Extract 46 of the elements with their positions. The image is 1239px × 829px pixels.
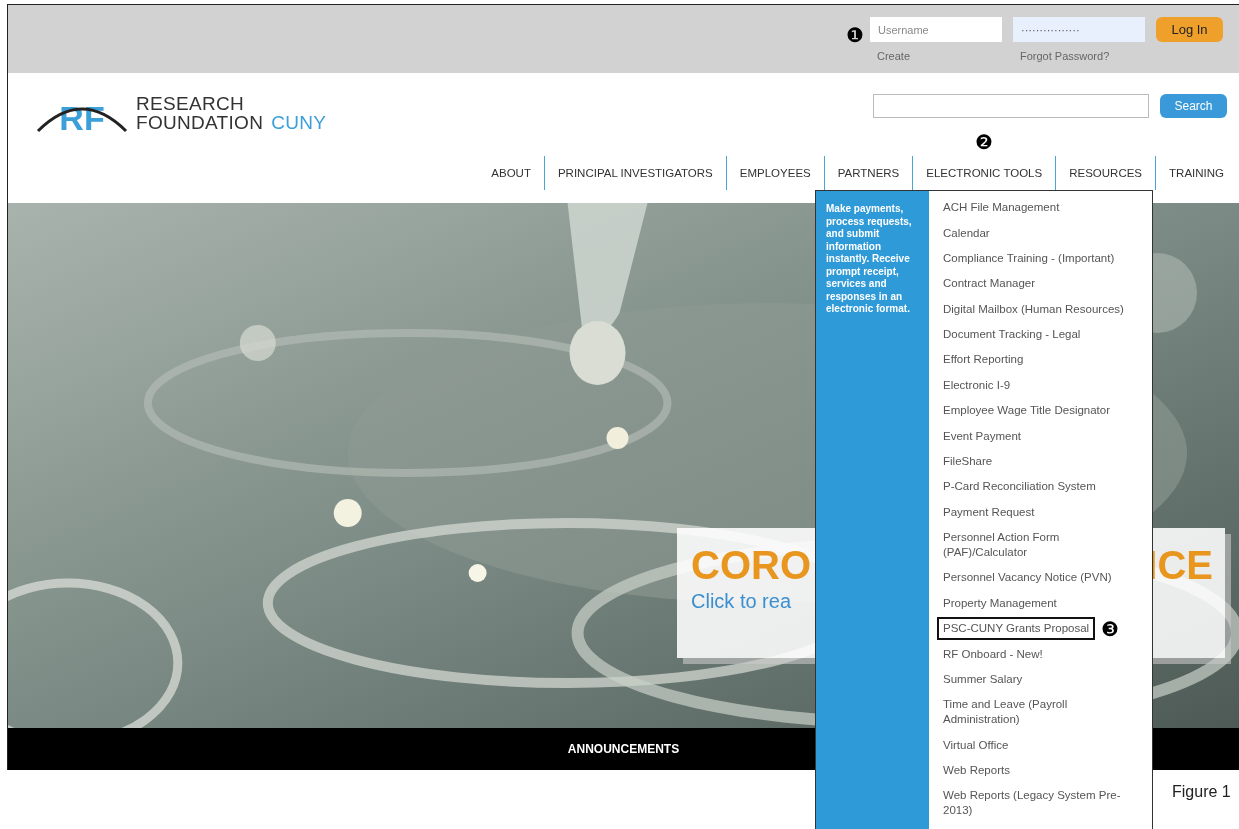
announcements-link[interactable]: ANNOUNCEMENTS xyxy=(567,740,680,758)
forgot-password-link[interactable]: Forgot Password? xyxy=(1013,48,1145,65)
brand-name: RESEARCH xyxy=(136,94,245,113)
callout-number: ❶ xyxy=(846,25,864,45)
nav-link[interactable]: RESOURCES xyxy=(1056,162,1156,184)
menu-item[interactable]: Compliance Training - (Important) xyxy=(937,246,1121,270)
brand-name: CUNY xyxy=(271,113,327,132)
menu-item[interactable]: Summer Salary xyxy=(937,667,1029,691)
menu-item[interactable]: Employee Wage Title Designator xyxy=(937,399,1117,423)
nav-link[interactable]: PRINCIPAL INVESTIGATORS xyxy=(544,162,726,184)
callout-number: ❷ xyxy=(975,132,994,152)
brand-name: FOUNDATION xyxy=(136,113,264,132)
search-field[interactable] xyxy=(873,94,1149,118)
menu-item[interactable]: P-Card Reconciliation System xyxy=(937,475,1102,499)
menu-item[interactable]: RF Onboard - New! xyxy=(937,642,1049,666)
menu-item[interactable]: Web Reports xyxy=(937,759,1016,783)
menu-item[interactable]: PSC-CUNY Grants Proposal xyxy=(937,617,1096,641)
menu-description: Make payments, process requests, and submit information instantly. Receive prompt receipt, services and responses in an electronic format. xyxy=(826,203,913,316)
menu-item[interactable]: Time and Leave (Payroll Administration) xyxy=(937,693,1146,732)
nav-link[interactable]: ELECTRONIC TOOLS xyxy=(913,162,1056,184)
menu-item[interactable]: Digital Mailbox (Human Resources) xyxy=(937,297,1130,321)
menu-item[interactable]: Document Tracking - Legal xyxy=(937,323,1087,347)
menu-item[interactable]: Calendar xyxy=(937,221,996,245)
menu-item[interactable]: Personnel Vacancy Notice (PVN) xyxy=(937,566,1118,590)
menu-item[interactable]: Virtual Office xyxy=(937,733,1015,757)
nav-link[interactable]: EMPLOYEES xyxy=(726,162,824,184)
create-link[interactable]: Create xyxy=(870,48,1002,65)
menu-item[interactable]: Personnel Action Form (PAF)/Calculator xyxy=(937,526,1146,565)
menu-item[interactable]: Payment Request xyxy=(937,500,1041,524)
banner-headline: CORO xyxy=(691,542,811,588)
menu-item[interactable]: FileShare xyxy=(937,449,999,473)
password-field[interactable]: ················ xyxy=(1013,17,1145,42)
login-button[interactable]: Log In xyxy=(1156,17,1223,42)
callout-number: ❸ xyxy=(1101,618,1120,639)
nav-link[interactable]: PARTNERS xyxy=(824,162,913,184)
menu-item[interactable]: Event Payment xyxy=(937,424,1027,448)
nav-link[interactable]: ABOUT xyxy=(478,162,544,184)
menu-item[interactable]: Property Management xyxy=(937,591,1063,615)
menu-item[interactable]: Electronic I-9 xyxy=(937,373,1017,397)
menu-item[interactable]: ACH File Management xyxy=(937,196,1066,220)
nav-link[interactable]: TRAINING xyxy=(1156,162,1237,184)
figure-caption: Figure 1 xyxy=(1172,782,1231,802)
menu-item[interactable]: Effort Reporting xyxy=(937,348,1030,372)
menu-item[interactable]: Web Reports (Legacy System Pre-2013) xyxy=(937,784,1146,823)
username-field[interactable]: Username xyxy=(870,17,1002,42)
menu-item[interactable]: Contract Manager xyxy=(937,272,1042,296)
